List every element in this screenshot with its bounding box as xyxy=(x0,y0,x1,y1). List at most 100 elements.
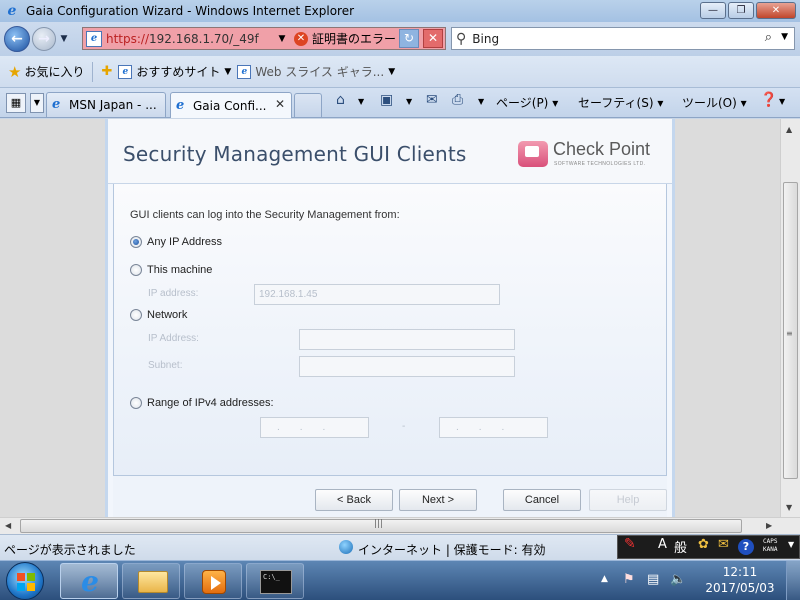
security-zone-text[interactable]: インターネット | 保護モード: 有効 xyxy=(358,541,546,558)
vertical-scrollbar[interactable]: ▲ ≡ ▼ xyxy=(780,119,800,517)
scroll-up-icon[interactable]: ▲ xyxy=(786,125,792,134)
back-button-wizard[interactable]: < Back xyxy=(315,489,393,511)
tab-ie-icon: e xyxy=(176,97,185,113)
feeds-dropdown-icon[interactable]: ▼ xyxy=(406,97,412,106)
start-button[interactable] xyxy=(6,562,44,600)
scroll-left-icon[interactable]: ◀ xyxy=(5,521,11,530)
range-start-ip-field[interactable]: ... xyxy=(260,417,369,438)
add-favorite-icon[interactable]: ✚ xyxy=(101,64,112,79)
next-button[interactable]: Next > xyxy=(399,489,477,511)
favorites-button[interactable]: お気に入り xyxy=(24,63,84,80)
any-ip-label: Any IP Address xyxy=(147,236,223,248)
option-network[interactable]: Network xyxy=(130,309,187,321)
help-icon[interactable]: ❓ xyxy=(760,92,777,108)
network-radio[interactable] xyxy=(130,309,142,321)
new-tab-button[interactable] xyxy=(294,93,322,117)
search-box[interactable]: ⚲ Bing ⌕ ▼ xyxy=(451,27,795,50)
taskbar-explorer[interactable] xyxy=(122,563,180,599)
home-icon[interactable]: ⌂ xyxy=(336,92,345,108)
refresh-icon[interactable]: ↻ xyxy=(399,29,419,48)
option-this-machine[interactable]: This machine xyxy=(130,264,212,276)
favorites-star-icon[interactable]: ★ xyxy=(8,63,21,81)
clock-date: 2017/05/03 xyxy=(705,581,775,595)
search-go-icon[interactable]: ⌕ xyxy=(765,30,772,45)
close-tab-icon[interactable]: ✕ xyxy=(275,97,285,111)
search-dropdown-icon[interactable]: ▼ xyxy=(781,32,788,42)
feeds-icon[interactable]: ▣ xyxy=(380,92,393,108)
range-end-ip-field[interactable]: ... xyxy=(439,417,548,438)
restore-button[interactable]: ❐ xyxy=(728,2,754,19)
ie-logo-icon: e xyxy=(7,3,17,19)
network-label: Network xyxy=(147,309,188,321)
ipv4-range-radio[interactable] xyxy=(130,397,142,409)
tools-menu[interactable]: ツール(O) ▾ xyxy=(682,94,747,111)
print-icon[interactable]: ⎙ xyxy=(452,92,463,108)
action-center-icon[interactable]: ⚑ xyxy=(623,572,635,587)
any-ip-radio[interactable] xyxy=(130,236,142,248)
horizontal-scrollbar[interactable]: ◀ ||| ▶ xyxy=(0,517,800,534)
ime-menu-icon[interactable]: ▼ xyxy=(788,540,794,549)
print-dropdown-icon[interactable]: ▼ xyxy=(478,97,484,106)
scroll-down-icon[interactable]: ▼ xyxy=(786,503,792,512)
quick-tabs-icon[interactable]: ▦ xyxy=(6,93,26,113)
scroll-grip-icon: ≡ xyxy=(786,329,793,338)
scroll-right-icon[interactable]: ▶ xyxy=(766,521,772,530)
suggested-sites-link[interactable]: おすすめサイト xyxy=(136,63,220,80)
taskbar-internet-explorer[interactable]: e xyxy=(60,563,118,599)
page-title: Security Management GUI Clients xyxy=(123,142,467,166)
volume-icon[interactable]: 🔈 xyxy=(670,572,686,587)
address-dropdown-icon[interactable]: ▼ xyxy=(276,34,288,44)
ime-help-icon[interactable]: ? xyxy=(738,539,754,555)
minimize-button[interactable]: — xyxy=(700,2,726,19)
ime-input-mode[interactable]: A xyxy=(658,537,667,552)
search-provider: Bing xyxy=(472,31,500,46)
network-icon[interactable]: ▤ xyxy=(647,572,659,587)
network-ip-field[interactable] xyxy=(299,329,515,350)
taskbar-media-player[interactable] xyxy=(184,563,242,599)
this-machine-radio[interactable] xyxy=(130,264,142,276)
forward-button[interactable]: → xyxy=(32,27,56,51)
favorites-bar: ★ お気に入り ✚ e おすすめサイト ▼ e Web スライス ギャラ... … xyxy=(0,56,800,88)
suggested-sites-dropdown-icon[interactable]: ▼ xyxy=(224,67,231,77)
address-bar[interactable]: e https://192.168.1.70/_49f ▼ ✕ 証明書のエラー … xyxy=(82,27,446,50)
show-desktop-button[interactable] xyxy=(786,561,800,600)
cancel-button[interactable]: Cancel xyxy=(503,489,581,511)
url-text[interactable]: https://192.168.1.70/_49f xyxy=(106,32,274,46)
tab-gaia-config[interactable]: e Gaia Confi... ✕ xyxy=(170,92,292,118)
stop-icon[interactable]: ✕ xyxy=(423,29,443,48)
system-clock[interactable]: 12:11 2017/05/03 xyxy=(700,564,780,596)
range-dash: - xyxy=(402,421,406,432)
show-hidden-icons[interactable]: ▲ xyxy=(601,574,608,584)
ime-pen-icon[interactable]: ✎ xyxy=(624,536,636,552)
this-machine-ip-field[interactable]: 192.168.1.45 xyxy=(254,284,500,305)
ime-conversion-mode[interactable]: 般 xyxy=(674,537,687,556)
tab-list-dropdown-icon[interactable]: ▼ xyxy=(30,93,44,113)
intro-text: GUI clients can log into the Security Ma… xyxy=(130,209,400,221)
option-any-ip[interactable]: Any IP Address xyxy=(130,236,222,248)
caps-kana-indicator: CAPS KANA xyxy=(763,538,778,553)
tab-label: Gaia Confi... xyxy=(193,98,267,113)
help-dropdown-icon[interactable]: ▼ xyxy=(779,97,785,106)
tab-ie-icon: e xyxy=(52,97,61,112)
help-button[interactable]: Help xyxy=(589,489,667,511)
tab-msn-japan[interactable]: e MSN Japan - ... xyxy=(46,92,166,117)
mail-icon[interactable]: ✉ xyxy=(426,92,438,108)
back-button[interactable]: ← xyxy=(4,26,30,52)
safety-menu[interactable]: セーフティ(S) ▾ xyxy=(578,94,663,111)
close-window-button[interactable]: ✕ xyxy=(756,2,796,19)
ime-pad-icon[interactable]: ✿ xyxy=(698,537,709,552)
network-subnet-field[interactable] xyxy=(299,356,515,377)
web-slice-gallery-link[interactable]: Web スライス ギャラ... xyxy=(255,63,384,80)
wizard-header: Security Management GUI Clients Check Po… xyxy=(108,119,672,184)
option-ipv4-range[interactable]: Range of IPv4 addresses: xyxy=(130,397,274,409)
ime-tools-icon[interactable]: ✉ xyxy=(718,537,729,552)
page-menu[interactable]: ページ(P) ▾ xyxy=(496,94,558,111)
history-dropdown-icon[interactable]: ▼ xyxy=(58,34,70,44)
taskbar-command-prompt[interactable]: C:\_ xyxy=(246,563,304,599)
internet-explorer-icon: e xyxy=(81,565,99,598)
web-slice-dropdown-icon[interactable]: ▼ xyxy=(388,67,395,77)
window-controls: — ❐ ✕ xyxy=(698,2,796,19)
certificate-error-label[interactable]: 証明書のエラー xyxy=(312,30,396,47)
home-dropdown-icon[interactable]: ▼ xyxy=(358,97,364,106)
certificate-error-icon[interactable]: ✕ xyxy=(294,31,308,46)
